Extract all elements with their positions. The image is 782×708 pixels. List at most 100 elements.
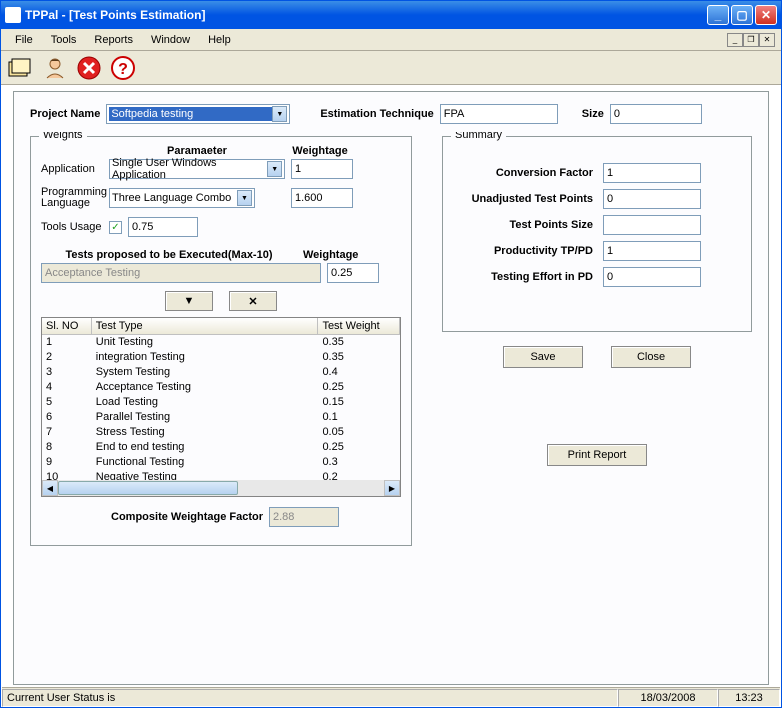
table-row[interactable]: 3System Testing0.4 bbox=[42, 365, 400, 380]
cell-slno: 2 bbox=[42, 350, 92, 365]
mdi-restore-button[interactable]: ❐ bbox=[743, 33, 759, 47]
table-row[interactable]: 4Acceptance Testing0.25 bbox=[42, 380, 400, 395]
cell-type: Acceptance Testing bbox=[92, 380, 319, 395]
current-test-weight-field[interactable]: 0.25 bbox=[327, 263, 379, 283]
col-header-type[interactable]: Test Type bbox=[92, 318, 319, 334]
menu-reports[interactable]: Reports bbox=[86, 32, 141, 48]
project-name-label: Project Name bbox=[30, 108, 100, 120]
cell-type: Functional Testing bbox=[92, 455, 319, 470]
toolbar-close-icon[interactable] bbox=[75, 54, 103, 82]
cell-weight: 0.15 bbox=[318, 395, 400, 410]
estimation-technique-field[interactable]: FPA bbox=[440, 104, 558, 124]
menu-help[interactable]: Help bbox=[200, 32, 239, 48]
cell-slno: 7 bbox=[42, 425, 92, 440]
statusbar: Current User Status is 18/03/2008 13:23 bbox=[2, 687, 780, 707]
menu-window[interactable]: Window bbox=[143, 32, 198, 48]
tests-proposed-label: Tests proposed to be Executed(Max-10) bbox=[41, 249, 297, 261]
scroll-left-icon[interactable]: ◀ bbox=[42, 480, 58, 496]
mdi-minimize-button[interactable]: _ bbox=[727, 33, 743, 47]
table-row[interactable]: 2integration Testing0.35 bbox=[42, 350, 400, 365]
dropdown-arrow-icon: ▼ bbox=[237, 190, 252, 206]
tps-label: Test Points Size bbox=[453, 219, 603, 231]
table-row[interactable]: 8End to end testing0.25 bbox=[42, 440, 400, 455]
tools-usage-checkbox[interactable]: ✓ bbox=[109, 221, 122, 234]
conversion-factor-label: Conversion Factor bbox=[453, 167, 603, 179]
titlebar: TPPal - [Test Points Estimation] _ ▢ ✕ bbox=[1, 1, 781, 29]
cell-weight: 0.35 bbox=[318, 350, 400, 365]
menu-file[interactable]: File bbox=[7, 32, 41, 48]
cell-weight: 0.35 bbox=[318, 335, 400, 350]
horizontal-scrollbar[interactable]: ◀ ▶ bbox=[42, 480, 400, 496]
tests-weightage-label: Weightage bbox=[303, 249, 358, 261]
effort-field[interactable]: 0 bbox=[603, 267, 701, 287]
cell-weight: 0.25 bbox=[318, 380, 400, 395]
col-header-slno[interactable]: Sl. NO bbox=[42, 318, 92, 334]
cell-type: integration Testing bbox=[92, 350, 319, 365]
prog-lang-select[interactable]: Three Language Combo ▼ bbox=[109, 188, 255, 208]
param-header: Paramaeter bbox=[111, 145, 283, 157]
cell-weight: 0.05 bbox=[318, 425, 400, 440]
application-select[interactable]: Single User Windows Application ▼ bbox=[109, 159, 285, 179]
print-report-button[interactable]: Print Report bbox=[547, 444, 647, 466]
tests-table: Sl. NO Test Type Test Weight 1Unit Testi… bbox=[41, 317, 401, 497]
cell-weight: 0.4 bbox=[318, 365, 400, 380]
add-test-button[interactable]: ▼ bbox=[165, 291, 213, 311]
unadjusted-field[interactable]: 0 bbox=[603, 189, 701, 209]
table-row[interactable]: 1Unit Testing0.35 bbox=[42, 335, 400, 350]
cell-weight: 0.1 bbox=[318, 410, 400, 425]
svg-text:?: ? bbox=[118, 61, 128, 78]
delete-test-button[interactable]: ✕ bbox=[229, 291, 277, 311]
application-weight-field[interactable]: 1 bbox=[291, 159, 353, 179]
project-name-value: Softpedia testing bbox=[109, 107, 272, 121]
cell-slno: 1 bbox=[42, 335, 92, 350]
table-row[interactable]: 9Functional Testing0.3 bbox=[42, 455, 400, 470]
mdi-close-button[interactable]: ✕ bbox=[759, 33, 775, 47]
size-label: Size bbox=[582, 108, 604, 120]
project-name-select[interactable]: Softpedia testing ▼ bbox=[106, 104, 290, 124]
menubar: File Tools Reports Window Help _ ❐ ✕ bbox=[1, 29, 781, 51]
unadjusted-label: Unadjusted Test Points bbox=[453, 194, 603, 205]
toolbar: ? bbox=[1, 51, 781, 85]
weights-title: Weights bbox=[39, 132, 87, 141]
toolbar-help-icon[interactable]: ? bbox=[109, 54, 137, 82]
productivity-field[interactable]: 1 bbox=[603, 241, 701, 261]
cell-slno: 5 bbox=[42, 395, 92, 410]
composite-field: 2.88 bbox=[269, 507, 339, 527]
scroll-right-icon[interactable]: ▶ bbox=[384, 480, 400, 496]
cell-weight: 0.25 bbox=[318, 440, 400, 455]
window-close-button[interactable]: ✕ bbox=[755, 5, 777, 25]
cell-slno: 9 bbox=[42, 455, 92, 470]
toolbar-folder-icon[interactable] bbox=[7, 54, 35, 82]
tools-usage-label: Tools Usage bbox=[41, 221, 103, 233]
cell-type: End to end testing bbox=[92, 440, 319, 455]
dropdown-arrow-icon: ▼ bbox=[272, 106, 287, 122]
cell-slno: 4 bbox=[42, 380, 92, 395]
tools-usage-field[interactable]: 0.75 bbox=[128, 217, 198, 237]
app-icon bbox=[5, 7, 21, 23]
col-header-weight[interactable]: Test Weight bbox=[318, 318, 400, 334]
dropdown-arrow-icon: ▼ bbox=[267, 161, 282, 177]
current-test-field: Acceptance Testing bbox=[41, 263, 321, 283]
cell-type: System Testing bbox=[92, 365, 319, 380]
table-row[interactable]: 7Stress Testing0.05 bbox=[42, 425, 400, 440]
close-button[interactable]: Close bbox=[611, 346, 691, 368]
toolbar-user-icon[interactable] bbox=[41, 54, 69, 82]
effort-label: Testing Effort in PD bbox=[453, 271, 603, 283]
status-date: 18/03/2008 bbox=[618, 689, 718, 707]
table-row[interactable]: 5Load Testing0.15 bbox=[42, 395, 400, 410]
prog-lang-label: Programming Language bbox=[41, 187, 103, 209]
window-title: TPPal - [Test Points Estimation] bbox=[25, 8, 707, 22]
estimation-technique-label: Estimation Technique bbox=[320, 108, 433, 120]
menu-tools[interactable]: Tools bbox=[43, 32, 85, 48]
tps-field[interactable] bbox=[603, 215, 701, 235]
table-row[interactable]: 6Parallel Testing0.1 bbox=[42, 410, 400, 425]
window-maximize-button[interactable]: ▢ bbox=[731, 5, 753, 25]
size-field[interactable]: 0 bbox=[610, 104, 702, 124]
content-area: Project Name Softpedia testing ▼ Estimat… bbox=[13, 91, 769, 685]
scrollbar-thumb[interactable] bbox=[58, 481, 238, 495]
save-button[interactable]: Save bbox=[503, 346, 583, 368]
conversion-factor-field[interactable]: 1 bbox=[603, 163, 701, 183]
prog-lang-weight-field[interactable]: 1.600 bbox=[291, 188, 353, 208]
window-minimize-button[interactable]: _ bbox=[707, 5, 729, 25]
cell-type: Stress Testing bbox=[92, 425, 319, 440]
